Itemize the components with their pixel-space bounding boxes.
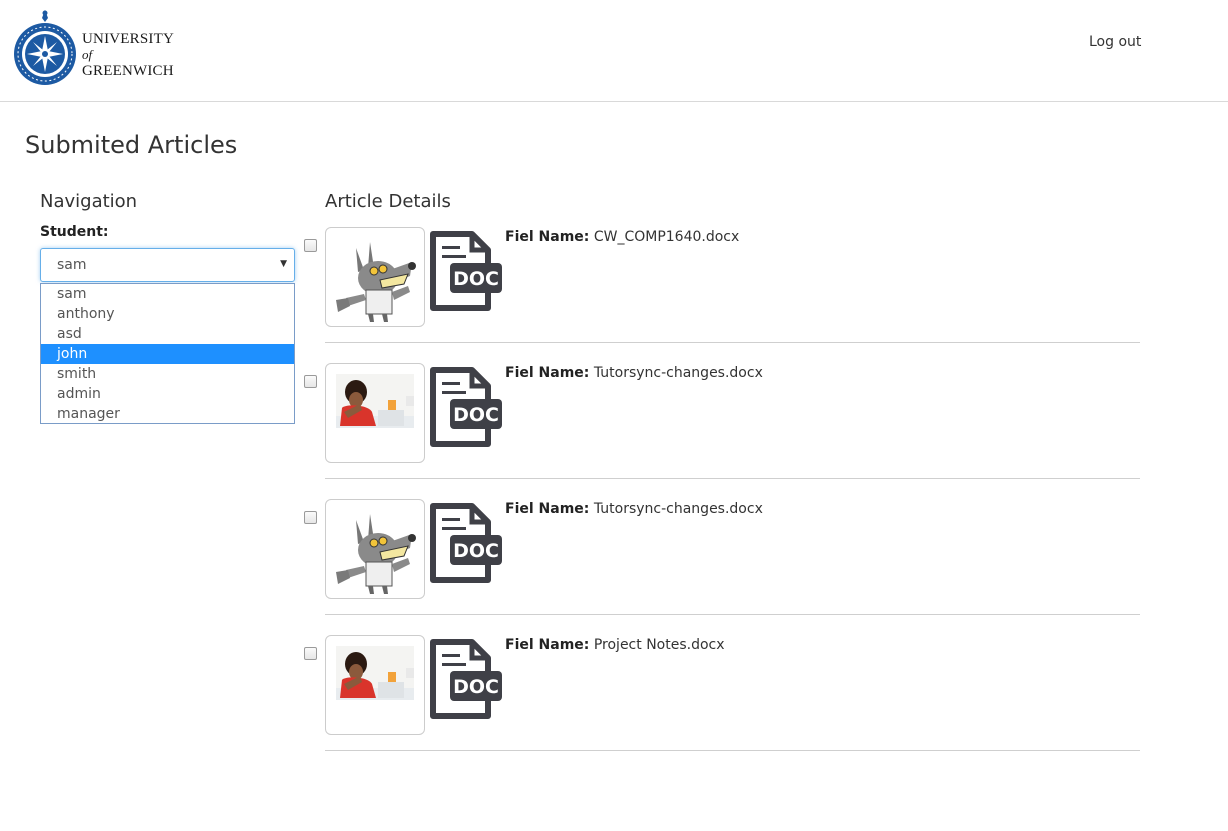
row-divider — [325, 478, 1140, 479]
file-info: Fiel Name: Tutorsync-changes.docx — [505, 365, 763, 381]
student-select-value: sam — [57, 257, 87, 273]
wordmark-university: UNIVERSITY — [82, 31, 174, 47]
row-divider — [325, 750, 1140, 751]
logout-link[interactable]: Log out — [1089, 34, 1141, 50]
article-row: DOC Fiel Name: Tutorsync-changes.docx — [303, 363, 1140, 479]
file-name-label: Fiel Name: — [505, 365, 590, 381]
article-select-checkbox[interactable] — [304, 647, 317, 660]
article-thumbnail[interactable] — [325, 227, 425, 327]
student-option-manager[interactable]: manager — [41, 404, 294, 424]
article-select-checkbox[interactable] — [304, 375, 317, 388]
student-photo-image — [336, 646, 414, 700]
row-divider — [325, 342, 1140, 343]
article-row: DOC Fiel Name: Tutorsync-changes.docx — [303, 499, 1140, 615]
file-name-value: Tutorsync-changes.docx — [593, 501, 763, 517]
article-thumbnail[interactable] — [325, 635, 425, 735]
article-thumbnail[interactable] — [325, 363, 425, 463]
file-name-label: Fiel Name: — [505, 501, 590, 517]
doc-file-icon: DOC — [430, 503, 502, 583]
wordmark-of: of — [82, 47, 93, 62]
site-header: UNIVERSITY of GREENWICH Log out — [0, 0, 1228, 102]
file-name-label: Fiel Name: — [505, 637, 590, 653]
file-info: Fiel Name: Project Notes.docx — [505, 637, 725, 653]
file-info: Fiel Name: Tutorsync-changes.docx — [505, 501, 763, 517]
file-name-label: Fiel Name: — [505, 229, 590, 245]
doc-file-icon: DOC — [430, 367, 502, 447]
article-row: DOC Fiel Name: Project Notes.docx — [303, 635, 1140, 751]
file-name-value: Tutorsync-changes.docx — [593, 365, 763, 381]
doc-file-icon: DOC — [430, 231, 502, 311]
navigation-heading: Navigation — [40, 191, 138, 212]
doc-icon-label: DOC — [453, 404, 499, 426]
doc-file-icon: DOC — [430, 639, 502, 719]
university-seal-icon — [14, 10, 76, 85]
wolf-cartoon-image — [336, 514, 416, 594]
student-label: Student: — [40, 224, 109, 240]
page-title: Submited Articles — [25, 131, 238, 159]
article-thumbnail[interactable] — [325, 499, 425, 599]
dropdown-arrow-icon: ▼ — [280, 259, 287, 269]
row-divider — [325, 614, 1140, 615]
student-option-smith[interactable]: smith — [41, 364, 294, 384]
student-select[interactable]: sam ▼ — [40, 248, 295, 282]
article-row: DOC Fiel Name: CW_COMP1640.docx — [303, 227, 1140, 343]
file-name-value: CW_COMP1640.docx — [593, 229, 740, 245]
student-option-asd[interactable]: asd — [41, 324, 294, 344]
university-logo[interactable]: UNIVERSITY of GREENWICH — [12, 10, 182, 90]
student-option-admin[interactable]: admin — [41, 384, 294, 404]
doc-icon-label: DOC — [453, 268, 499, 290]
file-name-value: Project Notes.docx — [593, 637, 725, 653]
student-photo-image — [336, 374, 414, 428]
student-option-sam[interactable]: sam — [41, 284, 294, 304]
file-info: Fiel Name: CW_COMP1640.docx — [505, 229, 739, 245]
wordmark-greenwich: GREENWICH — [82, 63, 174, 79]
student-option-anthony[interactable]: anthony — [41, 304, 294, 324]
doc-icon-label: DOC — [453, 676, 499, 698]
student-option-john[interactable]: john — [41, 344, 294, 364]
university-wordmark: UNIVERSITY of GREENWICH — [82, 31, 174, 79]
student-dropdown-list: sam anthony asd john smith admin manager — [40, 283, 295, 424]
doc-icon-label: DOC — [453, 540, 499, 562]
article-select-checkbox[interactable] — [304, 239, 317, 252]
article-details-heading: Article Details — [325, 191, 451, 212]
wolf-cartoon-image — [336, 242, 416, 322]
article-select-checkbox[interactable] — [304, 511, 317, 524]
